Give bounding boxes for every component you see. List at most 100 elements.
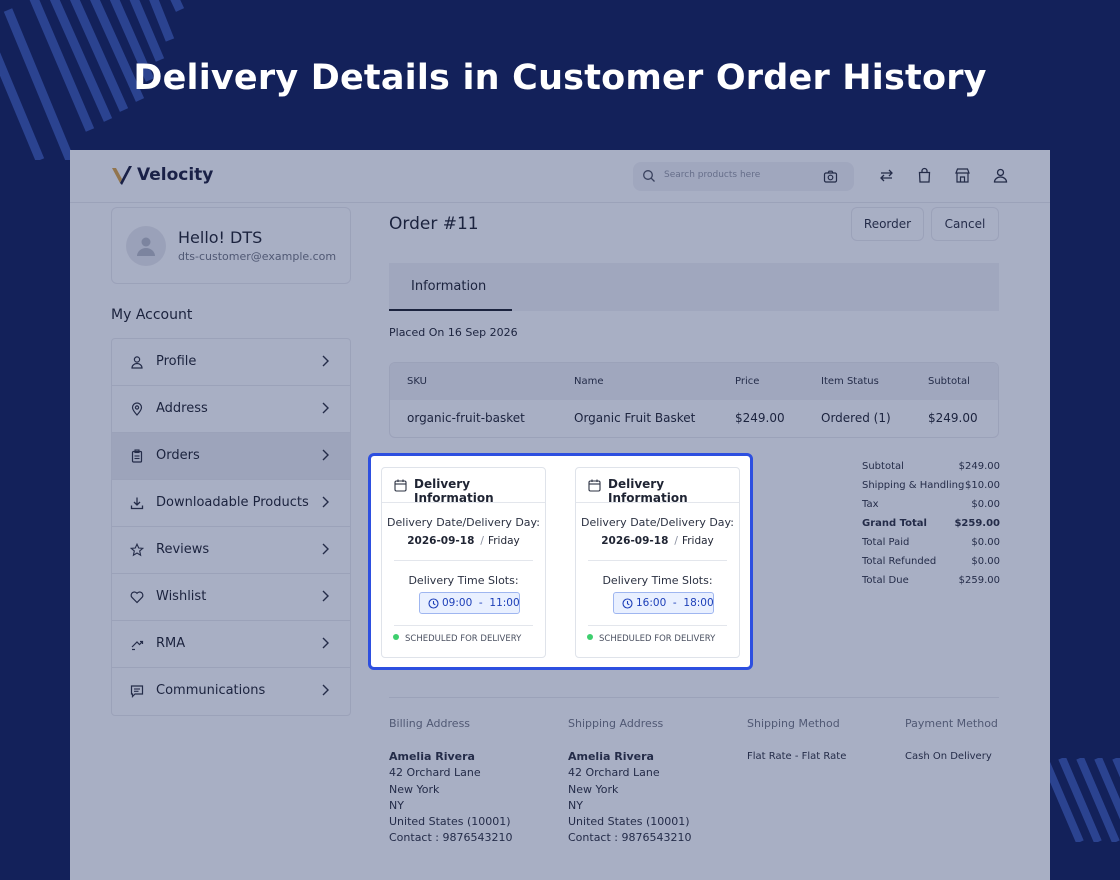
shipping-method-heading: Shipping Method (747, 717, 840, 730)
delivery-date-value: 2026-09-18 (407, 535, 475, 547)
brand-logo[interactable]: Velocity (111, 164, 213, 186)
order-title: Order #11 (389, 214, 479, 234)
clipboard-icon (131, 449, 143, 463)
delivery-info-card: Delivery Information Delivery Date/Deliv… (575, 467, 740, 658)
chevron-right-icon (322, 684, 329, 696)
totals-value: $0.00 (971, 499, 1000, 510)
totals-value: $259.00 (954, 518, 1000, 529)
decorative-stripes-bottom-right (1050, 758, 1120, 842)
chevron-right-icon (322, 543, 329, 555)
table-cell-price: $249.00 (735, 411, 785, 425)
site-header: Velocity Search products here (70, 150, 1050, 203)
totals-value: $0.00 (971, 537, 1000, 548)
account-icon[interactable] (992, 167, 1009, 184)
totals-value: $249.00 (958, 461, 1000, 472)
reorder-button[interactable]: Reorder (851, 207, 924, 241)
customer-greeting-card: Hello! DTS dts-customer@example.com (111, 207, 351, 284)
velocity-logo-icon (112, 166, 132, 185)
shipping-city: New York (568, 782, 619, 796)
shipping-contact: Contact : 9876543210 (568, 831, 692, 845)
time-slot-value: 16:00 - 18:00 (636, 597, 714, 609)
avatar (126, 226, 166, 266)
date-separator: / (480, 535, 484, 547)
shipping-method: Shipping Method Flat Rate - Flat Rate (747, 717, 846, 765)
card-divider (394, 625, 533, 626)
card-divider (588, 560, 727, 561)
delivery-card-title: Delivery Information (414, 477, 494, 505)
sidebar-item-communications[interactable]: Communications (112, 668, 350, 715)
totals-label: Grand Total (862, 518, 927, 529)
totals-row-total-due: Total Due $259.00 (862, 572, 1000, 591)
sidebar-item-reviews[interactable]: Reviews (112, 527, 350, 574)
user-avatar-icon (137, 237, 155, 256)
sidebar-item-downloadable-products[interactable]: Downloadable Products (112, 480, 350, 527)
billing-state: NY (389, 798, 404, 812)
column-header-price: Price (735, 376, 760, 387)
card-divider (394, 560, 533, 561)
totals-row-shipping: Shipping & Handling $10.00 (862, 477, 1000, 496)
calendar-icon (394, 479, 407, 492)
search-input[interactable]: Search products here (664, 170, 760, 180)
search-bar[interactable]: Search products here (633, 162, 854, 191)
clock-icon (428, 598, 439, 609)
date-separator: / (674, 535, 678, 547)
cancel-button[interactable]: Cancel (931, 207, 999, 241)
sidebar-item-profile[interactable]: Profile (112, 339, 350, 386)
delivery-card-header: Delivery Information (382, 468, 545, 505)
table-cell-name: Organic Fruit Basket (574, 411, 696, 425)
delivery-date: 2026-09-18 /Friday (382, 535, 545, 547)
return-arrows-icon (131, 640, 144, 651)
tab-information[interactable]: Information (389, 263, 512, 311)
table-cell-sku: organic-fruit-basket (407, 411, 525, 425)
delivery-status-text: SCHEDULED FOR DELIVERY (405, 634, 522, 644)
store-icon[interactable] (954, 167, 971, 184)
tab-label: Information (411, 279, 487, 294)
billing-address-heading: Billing Address (389, 717, 471, 730)
totals-label: Shipping & Handling (862, 480, 965, 491)
shipping-method-value: Flat Rate - Flat Rate (747, 751, 847, 762)
delivery-status-text: SCHEDULED FOR DELIVERY (599, 634, 716, 644)
shipping-country: United States (10001) (568, 815, 690, 829)
totals-row-total-paid: Total Paid $0.00 (862, 534, 1000, 553)
sidebar-item-label: Downloadable Products (156, 495, 309, 510)
my-account-heading: My Account (111, 307, 193, 323)
account-menu: Profile Address Orders Downloadable Prod… (111, 338, 351, 716)
sidebar-item-label: RMA (156, 636, 186, 651)
column-header-item-status: Item Status (821, 376, 879, 387)
totals-row-total-refunded: Total Refunded $0.00 (862, 553, 1000, 572)
compare-icon[interactable] (878, 167, 895, 184)
hero-title: Delivery Details in Customer Order Histo… (133, 58, 987, 98)
time-slot-chip: 09:00 - 11:00 (419, 592, 520, 614)
delivery-card-header: Delivery Information (576, 468, 739, 505)
sidebar-item-label: Communications (156, 683, 266, 698)
camera-search-icon[interactable] (823, 169, 838, 184)
sidebar-item-label: Orders (156, 448, 200, 463)
totals-row-tax: Tax $0.00 (862, 496, 1000, 515)
totals-value: $259.00 (958, 575, 1000, 586)
table-cell-subtotal: $249.00 (928, 411, 978, 425)
column-header-subtotal: Subtotal (928, 376, 970, 387)
sidebar-item-rma[interactable]: RMA (112, 621, 350, 668)
brand-name: Velocity (137, 165, 214, 185)
heart-icon (130, 591, 144, 604)
delivery-info-card: Delivery Information Delivery Date/Deliv… (381, 467, 546, 658)
sidebar-item-address[interactable]: Address (112, 386, 350, 433)
totals-value: $0.00 (971, 556, 1000, 567)
sidebar-item-wishlist[interactable]: Wishlist (112, 574, 350, 621)
column-header-sku: SKU (407, 376, 427, 387)
placed-on-date: Placed On 16 Sep 2026 (389, 326, 518, 339)
delivery-info-highlight: Delivery Information Delivery Date/Deliv… (368, 453, 753, 670)
sidebar-item-orders[interactable]: Orders (112, 433, 350, 480)
chevron-right-icon (322, 637, 329, 649)
download-icon (130, 497, 144, 510)
totals-label: Total Refunded (862, 556, 937, 567)
bag-icon[interactable] (916, 167, 933, 184)
chevron-right-icon (322, 402, 329, 414)
delivery-status: SCHEDULED FOR DELIVERY (587, 634, 715, 644)
sidebar-item-label: Wishlist (156, 589, 207, 604)
customer-email: dts-customer@example.com (178, 250, 337, 263)
sidebar-item-label: Address (156, 401, 208, 416)
calendar-icon (588, 479, 601, 492)
totals-row-subtotal: Subtotal $249.00 (862, 458, 1000, 477)
order-items-table: SKU Name Price Item Status Subtotal orga… (389, 362, 999, 438)
